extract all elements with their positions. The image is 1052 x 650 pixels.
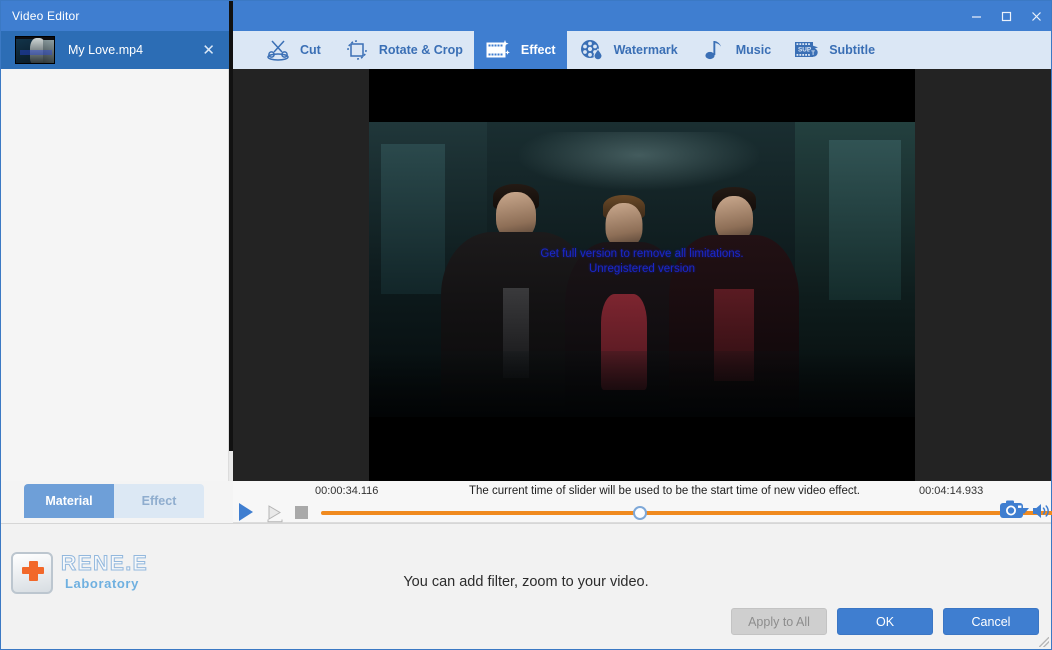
tab-subtitle-label: Subtitle — [829, 43, 876, 57]
tab-material-label: Material — [45, 494, 93, 508]
file-list-panel: My Love.mp4 ✕ — [1, 31, 233, 481]
ok-button[interactable]: OK — [837, 608, 933, 635]
film-sparkle-icon — [484, 37, 514, 63]
tab-watermark-label: Watermark — [613, 43, 678, 57]
tab-effect-list[interactable]: Effect — [114, 484, 204, 518]
brand-name: RENE.E — [60, 552, 149, 576]
apply-to-all-label: Apply to All — [748, 614, 810, 629]
transport-hint-label: The current time of slider will be used … — [469, 485, 860, 497]
next-frame-button[interactable] — [266, 503, 288, 523]
video-preview-stage: Get full version to remove all limitatio… — [233, 69, 1051, 549]
editor-toolbar: Cut Rotate & Crop Effect Watermark Music… — [233, 31, 1051, 69]
tab-effect-label: Effect — [520, 43, 556, 57]
transport-labels: 00:00:34.116 The current time of slider … — [233, 481, 1051, 501]
timeline-track — [321, 511, 1052, 515]
tab-material[interactable]: Material — [24, 484, 114, 518]
file-list-area — [1, 69, 229, 481]
music-note-icon — [699, 37, 729, 63]
window-title: Video Editor — [12, 9, 80, 23]
file-tab-my-love[interactable]: My Love.mp4 ✕ — [1, 31, 229, 69]
tab-cut-label: Cut — [300, 43, 321, 57]
timeline-slider[interactable] — [321, 506, 1052, 520]
footer-bar: RENE.E Laboratory You can add filter, zo… — [1, 523, 1051, 649]
watermark-icon — [577, 37, 607, 63]
tab-music[interactable]: Music — [689, 31, 782, 69]
close-file-icon[interactable]: ✕ — [202, 43, 215, 58]
video-frame[interactable]: Get full version to remove all limitatio… — [369, 69, 915, 481]
stop-button[interactable] — [295, 506, 308, 519]
snapshot-dropdown-icon[interactable] — [1019, 507, 1029, 517]
window-controls — [961, 1, 1051, 31]
svg-text:T: T — [811, 51, 815, 57]
tab-rotate-crop[interactable]: Rotate & Crop — [332, 31, 474, 69]
cancel-button[interactable]: Cancel — [943, 608, 1039, 635]
tab-subtitle[interactable]: SUB T Subtitle — [782, 31, 886, 69]
tab-effect-list-label: Effect — [141, 494, 177, 508]
ok-label: OK — [875, 614, 895, 629]
tab-watermark[interactable]: Watermark — [567, 31, 689, 69]
tab-rotate-crop-label: Rotate & Crop — [378, 43, 463, 57]
footer-actions: Apply to All OK Cancel — [731, 608, 1039, 635]
file-name-label: My Love.mp4 — [68, 43, 144, 57]
scissors-icon — [263, 37, 293, 63]
window-resize-grip[interactable] — [1039, 637, 1049, 647]
transport-bar: 00:00:34.116 The current time of slider … — [233, 481, 1052, 523]
video-image: Get full version to remove all limitatio… — [369, 122, 915, 417]
apply-to-all-button[interactable]: Apply to All — [731, 608, 827, 635]
total-time-label: 00:04:14.933 — [919, 485, 984, 497]
maximize-icon[interactable] — [991, 1, 1021, 31]
rotate-crop-icon — [342, 37, 372, 63]
current-time-label: 00:00:34.116 — [315, 485, 379, 497]
panel-tab-group: Material Effect — [24, 484, 232, 518]
video-thumbnail — [15, 36, 55, 64]
timeline-handle[interactable] — [632, 506, 647, 520]
title-bar: Video Editor — [1, 1, 1051, 31]
tab-effect[interactable]: Effect — [473, 31, 567, 69]
close-icon[interactable] — [1021, 1, 1051, 31]
volume-button[interactable] — [1031, 501, 1052, 521]
tab-music-label: Music — [735, 43, 772, 57]
tab-cut[interactable]: Cut — [253, 31, 332, 69]
footer-hint: You can add filter, zoom to your video. — [403, 574, 649, 590]
video-editor-window: Video Editor My Love.mp4 ✕ Cut Rotate & … — [0, 0, 1052, 650]
play-button[interactable] — [239, 503, 253, 521]
minimize-icon[interactable] — [961, 1, 991, 31]
cancel-label: Cancel — [971, 614, 1011, 629]
subtitle-icon: SUB T — [792, 37, 822, 63]
